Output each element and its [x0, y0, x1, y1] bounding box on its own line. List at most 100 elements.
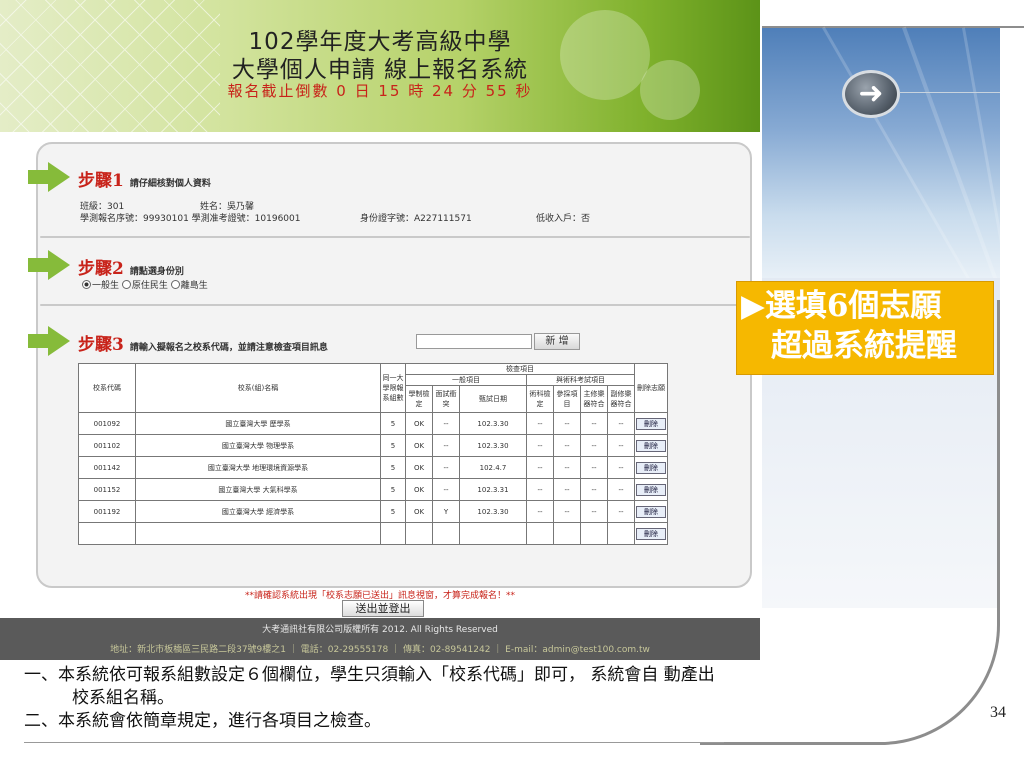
add-button[interactable]: 新 增: [534, 333, 580, 350]
cell-edu: OK: [405, 500, 433, 523]
cell-s1: --: [526, 434, 554, 457]
cell-s4: --: [607, 412, 635, 435]
cell-limit: 5: [380, 412, 406, 435]
cell-code: 001092: [78, 412, 136, 435]
deadline-countdown: 報名截止倒數 0 日 15 時 24 分 55 秒: [227, 82, 533, 100]
dept-code-input[interactable]: [416, 334, 532, 349]
col-header-subject: 術科檢定: [526, 385, 554, 413]
cell-code: 001192: [78, 500, 136, 523]
radio-indigenous-label: 原住民生: [131, 281, 168, 291]
radio-general[interactable]: [82, 280, 91, 289]
page-number: 34: [990, 704, 1006, 721]
cell-name: 國立臺灣大學 大氣科學系: [135, 478, 381, 501]
table-row-empty: 刪除: [78, 522, 668, 545]
col-header-date: 甄試日期: [459, 385, 527, 413]
step2-label: 步驟2: [78, 259, 124, 279]
cell-date: [459, 522, 527, 545]
cell-code: 001102: [78, 434, 136, 457]
low-income-field: 低收入戶：否: [536, 214, 591, 224]
cell-date: 102.3.31: [459, 478, 527, 501]
cell-s2: --: [553, 456, 581, 479]
submit-logout-button[interactable]: 送出並登出: [342, 600, 424, 617]
cell-s3: --: [580, 434, 608, 457]
cell-code[interactable]: [78, 522, 136, 545]
header-banner: 102學年度大考高級中學 大學個人申請 線上報名系統 報名截止倒數 0 日 15…: [0, 0, 760, 132]
col-header-special: 與術科考試項目: [526, 374, 635, 386]
identity-radio-group: 一般生 原住民生 離島生: [82, 278, 208, 291]
callout-box: ▶選填6個志願 超過系統提醒: [736, 281, 994, 375]
exam-seq-field: 學測報名序號：99930101 學測准考證號：10196001: [80, 214, 301, 224]
slide-notes: 一、本系統依可報系組數設定６個欄位，學生只須輸入「校系代碼」即可， 系統會自 動…: [24, 664, 974, 733]
col-header-name: 校系(組)名稱: [135, 363, 381, 413]
col-header-general: 一般項目: [405, 374, 527, 386]
step1-desc: 請仔細核對個人資料: [129, 179, 211, 189]
table-row: 001192 國立臺灣大學 經濟學系 5 OK Y 102.3.30 -- -- -- -- 刪除: [78, 500, 668, 523]
cell-s4: --: [607, 434, 635, 457]
cell-edu: OK: [405, 478, 433, 501]
cell-s2: --: [553, 434, 581, 457]
step-divider: [40, 236, 750, 238]
notes-underline: [24, 742, 724, 743]
table-row: 001152 國立臺灣大學 大氣科學系 5 OK -- 102.3.31 -- -- -- -- 刪…: [78, 478, 668, 501]
cell-delete: 刪除: [634, 522, 668, 545]
cell-conflict: Y: [432, 500, 460, 523]
arrow-guide-line: [900, 92, 1000, 93]
cell-name: 國立臺灣大學 經濟學系: [135, 500, 381, 523]
cell-s1: --: [526, 500, 554, 523]
radio-island-label: 離島生: [180, 281, 208, 291]
delete-button[interactable]: 刪除: [636, 461, 666, 474]
system-title-line2: 大學個人申請 線上報名系統: [231, 57, 529, 83]
cell-s2: --: [553, 478, 581, 501]
cell-conflict: --: [432, 456, 460, 479]
cell-s1: --: [526, 478, 554, 501]
cell-s1: [526, 522, 554, 545]
registration-screenshot: 102學年度大考高級中學 大學個人申請 線上報名系統 報名截止倒數 0 日 15…: [0, 0, 760, 660]
cell-conflict: --: [432, 478, 460, 501]
right-arrow-circle-icon[interactable]: ➜: [842, 70, 900, 118]
cell-s4: --: [607, 478, 635, 501]
delete-button[interactable]: 刪除: [636, 417, 666, 430]
step3-label: 步驟3: [78, 335, 124, 355]
green-right-arrow-icon: [28, 162, 70, 192]
radio-indigenous[interactable]: [121, 280, 131, 289]
cell-s2: --: [553, 500, 581, 523]
col-header-edu: 學制檢定: [405, 385, 433, 413]
cell-s1: --: [526, 412, 554, 435]
radio-island[interactable]: [170, 280, 180, 289]
cell-name: [135, 522, 381, 545]
cell-s3: --: [580, 478, 608, 501]
delete-button[interactable]: 刪除: [636, 527, 666, 540]
delete-button[interactable]: 刪除: [636, 483, 666, 496]
cell-limit: 5: [380, 500, 406, 523]
col-header-reference: 參採項目: [553, 385, 581, 413]
step-divider: [40, 304, 750, 306]
cell-s3: --: [580, 500, 608, 523]
col-header-main: 主修樂器符合: [580, 385, 608, 413]
step2-desc: 請點選身份別: [129, 267, 184, 277]
step1-label: 步驟1: [78, 171, 124, 191]
note-line1: 一、本系統依可報系組數設定６個欄位，學生只須輸入「校系代碼」即可， 系統會自 動…: [24, 665, 715, 685]
cell-date: 102.4.7: [459, 456, 527, 479]
cell-limit: [380, 522, 406, 545]
cell-delete: 刪除: [634, 456, 668, 479]
cell-s2: --: [553, 412, 581, 435]
sky-decoration: [762, 26, 1018, 324]
table-row: 001092 國立臺灣大學 歷學系 5 OK -- 102.3.30 -- -- -- -- 刪除: [78, 412, 668, 435]
col-header-code: 校系代碼: [78, 363, 136, 413]
cell-edu: OK: [405, 456, 433, 479]
col-header-limit: 同一大學限報系組數: [380, 363, 406, 413]
cell-delete: 刪除: [634, 500, 668, 523]
cell-delete: 刪除: [634, 478, 668, 501]
delete-button[interactable]: 刪除: [636, 439, 666, 452]
delete-button[interactable]: 刪除: [636, 505, 666, 518]
callout-line2: 超過系統提醒: [771, 328, 957, 364]
cell-date: 102.3.30: [459, 434, 527, 457]
radio-general-label: 一般生: [92, 281, 120, 291]
cell-edu: OK: [405, 412, 433, 435]
cell-conflict: --: [432, 434, 460, 457]
cell-s3: --: [580, 456, 608, 479]
cell-name: 國立臺灣大學 地理環境資源學系: [135, 456, 381, 479]
cell-limit: 5: [380, 434, 406, 457]
cell-conflict: [432, 522, 460, 545]
step3-desc: 請輸入擬報名之校系代碼，並請注意檢查項目訊息: [129, 343, 328, 353]
